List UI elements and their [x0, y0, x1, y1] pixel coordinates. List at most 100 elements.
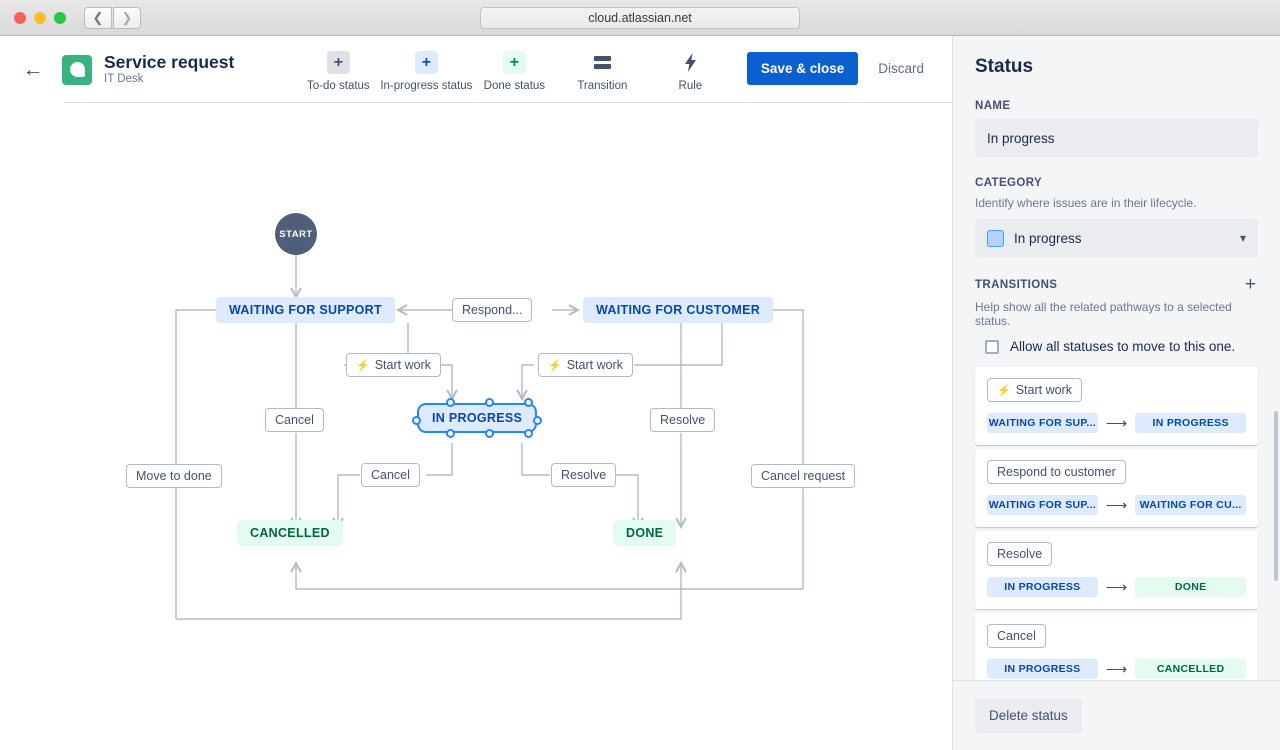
chevron-down-icon: ▾ [1240, 231, 1246, 245]
edge-label-text: Resolve [660, 413, 705, 427]
resize-handle-bottom-right[interactable] [524, 429, 533, 438]
node-label: START [279, 229, 312, 240]
transition-from-status: IN PROGRESS [987, 577, 1098, 597]
scrollbar-thumb[interactable] [1274, 411, 1278, 581]
workflow-toolbar: ← Service request IT Desk + To-do status… [0, 36, 952, 103]
node-waiting-for-support[interactable]: WAITING FOR SUPPORT [216, 297, 395, 323]
close-window-button[interactable] [14, 12, 26, 24]
transition-name-chip[interactable]: ⚡ Start work [987, 378, 1082, 402]
arrow-right-icon: ⟶ [1106, 498, 1128, 513]
delete-status-button[interactable]: Delete status [975, 698, 1082, 733]
tool-add-todo-status[interactable]: + To-do status [302, 47, 374, 92]
tool-add-transition[interactable]: Transition [566, 47, 638, 92]
tool-add-rule[interactable]: Rule [654, 47, 726, 92]
node-label: WAITING FOR SUPPORT [229, 303, 382, 317]
transition-card[interactable]: ⚡ Start work WAITING FOR SUP... ⟶ IN PRO… [975, 367, 1258, 445]
discard-button[interactable]: Discard [868, 52, 934, 85]
edge-label-cancel-mid[interactable]: Cancel [361, 463, 420, 487]
resize-handle-top-left[interactable] [446, 398, 455, 407]
workflow-title-block: Service request IT Desk [104, 52, 234, 87]
save-and-close-button[interactable]: Save & close [747, 52, 858, 85]
allow-all-statuses-checkbox[interactable] [985, 340, 999, 354]
edge-label-text: Resolve [561, 468, 606, 482]
edge-label-text: Cancel [275, 413, 314, 427]
transition-name-chip[interactable]: Respond to customer [987, 460, 1126, 484]
tool-label: Transition [577, 80, 627, 92]
transition-from-status: WAITING FOR SUP... [987, 413, 1098, 433]
transition-card[interactable]: Resolve IN PROGRESS ⟶ DONE [975, 531, 1258, 609]
category-value: In progress [1014, 231, 1082, 246]
edge-label-respond[interactable]: Respond... [452, 298, 532, 322]
transitions-list: ⚡ Start work WAITING FOR SUP... ⟶ IN PRO… [975, 367, 1258, 691]
arrow-right-icon: ⟶ [1106, 416, 1128, 431]
edge-label-start-work-left[interactable]: ⚡ Start work [346, 353, 441, 377]
allow-all-statuses-row[interactable]: Allow all statuses to move to this one. [985, 339, 1258, 354]
back-to-workflows-icon[interactable]: ← [18, 55, 48, 85]
node-label: DONE [626, 526, 663, 540]
resize-handle-bottom[interactable] [485, 429, 494, 438]
status-name-input[interactable]: In progress [975, 119, 1258, 157]
browser-chrome: ❮ ❯ cloud.atlassian.net [0, 0, 1280, 36]
lightning-bolt-icon: ⚡ [548, 359, 562, 372]
transition-name-chip[interactable]: Cancel [987, 624, 1046, 648]
workflow-diagram[interactable]: START WAITING FOR SUPPORT WAITING FOR CU… [0, 103, 952, 750]
plus-icon: + [503, 51, 526, 74]
maximize-window-button[interactable] [54, 12, 66, 24]
transitions-scrollbar[interactable] [1274, 411, 1278, 691]
transition-flow: IN PROGRESS ⟶ DONE [987, 577, 1246, 597]
resize-handle-left[interactable] [412, 416, 421, 425]
status-name-value: In progress [987, 131, 1055, 146]
edge-label-text: Cancel [371, 468, 410, 482]
category-color-swatch [987, 230, 1004, 247]
resize-handle-top[interactable] [485, 398, 494, 407]
node-in-progress[interactable]: IN PROGRESS [417, 403, 537, 433]
transition-name: Cancel [997, 629, 1036, 643]
resize-handle-top-right[interactable] [524, 398, 533, 407]
transition-card[interactable]: Respond to customer WAITING FOR SUP... ⟶… [975, 449, 1258, 527]
transition-name: Respond to customer [997, 465, 1116, 479]
transition-to-status: IN PROGRESS [1135, 413, 1246, 433]
category-select[interactable]: In progress ▾ [975, 219, 1258, 257]
resize-handle-bottom-left[interactable] [446, 429, 455, 438]
transitions-label: TRANSITIONS [975, 279, 1057, 291]
edge-label-cancel-request[interactable]: Cancel request [751, 464, 855, 488]
edge-label-cancel-left[interactable]: Cancel [265, 408, 324, 432]
name-field-label: NAME [975, 100, 1258, 112]
node-start[interactable]: START [275, 213, 317, 255]
tool-label: Done status [484, 80, 545, 92]
tool-label: Rule [679, 80, 703, 92]
panel-title: Status [975, 56, 1258, 78]
forward-button[interactable]: ❯ [113, 7, 141, 29]
arrow-right-icon: ⟶ [1106, 580, 1128, 595]
edge-label-text: Start work [375, 358, 431, 372]
transition-name-chip[interactable]: Resolve [987, 542, 1052, 566]
transition-name: Start work [1016, 383, 1072, 397]
category-hint: Identify where issues are in their lifec… [975, 196, 1258, 210]
tool-add-inprogress-status[interactable]: + In-progress status [390, 47, 462, 92]
minimize-window-button[interactable] [34, 12, 46, 24]
back-button[interactable]: ❮ [84, 7, 112, 29]
node-cancelled[interactable]: CANCELLED [237, 520, 343, 546]
category-field-label: CATEGORY [975, 177, 1258, 189]
project-avatar-icon [62, 55, 92, 85]
transition-to-status: DONE [1135, 577, 1246, 597]
transition-flow: WAITING FOR SUP... ⟶ WAITING FOR CU... [987, 495, 1246, 515]
edge-label-resolve-mid[interactable]: Resolve [551, 463, 616, 487]
node-waiting-for-customer[interactable]: WAITING FOR CUSTOMER [583, 297, 773, 323]
edge-label-move-to-done[interactable]: Move to done [126, 464, 222, 488]
panel-footer: Delete status [953, 680, 1280, 750]
transition-from-status: WAITING FOR SUP... [987, 495, 1098, 515]
node-done[interactable]: DONE [613, 520, 676, 546]
transition-flow: WAITING FOR SUP... ⟶ IN PROGRESS [987, 413, 1246, 433]
transition-from-status: IN PROGRESS [987, 659, 1098, 679]
transition-to-status: CANCELLED [1135, 659, 1246, 679]
tool-label: To-do status [307, 80, 370, 92]
lightning-bolt-icon: ⚡ [997, 384, 1011, 397]
address-bar[interactable]: cloud.atlassian.net [480, 7, 800, 29]
edge-label-start-work-right[interactable]: ⚡ Start work [538, 353, 633, 377]
app-root: ← Service request IT Desk + To-do status… [0, 36, 1280, 750]
edge-label-resolve-right[interactable]: Resolve [650, 408, 715, 432]
browser-nav-buttons: ❮ ❯ [84, 7, 141, 29]
tool-add-done-status[interactable]: + Done status [478, 47, 550, 92]
add-transition-button[interactable]: + [1243, 275, 1258, 294]
